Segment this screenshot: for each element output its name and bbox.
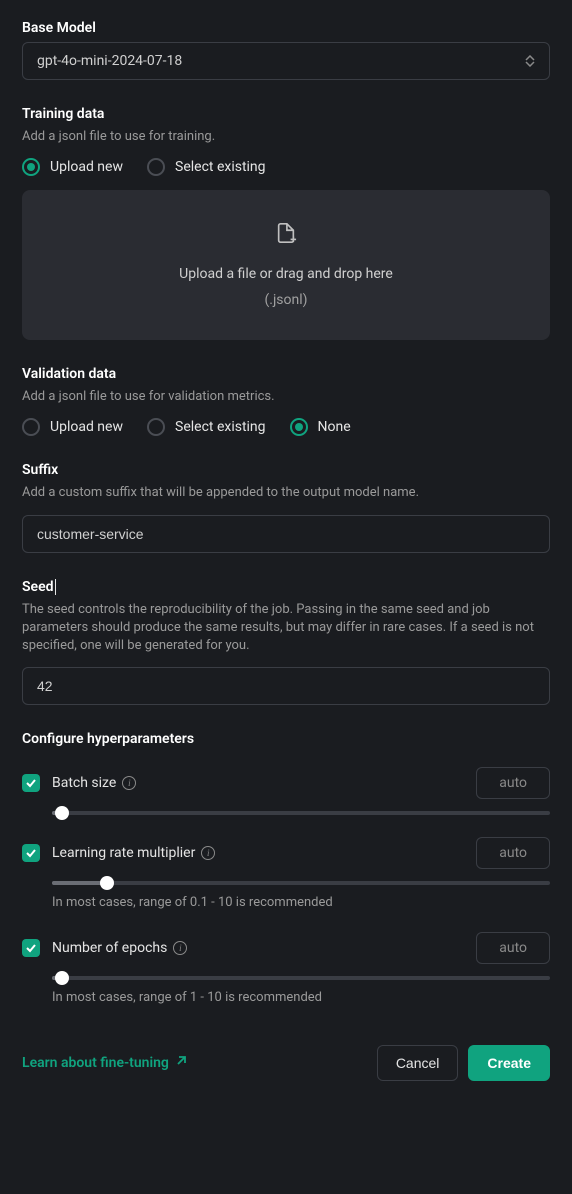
batch-size-checkbox[interactable] [22, 774, 40, 792]
training-radio-select[interactable]: Select existing [147, 158, 266, 176]
base-model-label: Base Model [22, 20, 550, 36]
epochs-label: Number of epochs i [52, 940, 187, 956]
epochs-note: In most cases, range of 1 - 10 is recomm… [52, 990, 550, 1005]
learning-rate-note: In most cases, range of 0.1 - 10 is reco… [52, 895, 550, 910]
training-data-help: Add a jsonl file to use for training. [22, 128, 550, 146]
validation-radio-none-label: None [318, 419, 351, 435]
learning-rate-label: Learning rate multiplier i [52, 845, 215, 861]
epochs-checkbox[interactable] [22, 939, 40, 957]
base-model-select[interactable]: gpt-4o-mini-2024-07-18 [22, 42, 550, 80]
radio-icon [290, 418, 308, 436]
radio-icon [22, 418, 40, 436]
learning-rate-slider[interactable] [52, 881, 550, 885]
validation-radio-upload[interactable]: Upload new [22, 418, 123, 436]
validation-radio-select[interactable]: Select existing [147, 418, 266, 436]
chevron-updown-icon [525, 55, 535, 67]
info-icon[interactable]: i [122, 776, 136, 790]
file-upload-icon [275, 222, 297, 248]
learning-rate-checkbox[interactable] [22, 844, 40, 862]
validation-radio-select-label: Select existing [175, 419, 266, 435]
batch-size-label: Batch size i [52, 775, 136, 791]
learning-rate-value[interactable]: auto [476, 837, 550, 869]
dropzone-sub: (.jsonl) [264, 292, 307, 308]
radio-icon [147, 158, 165, 176]
batch-size-slider[interactable] [52, 811, 550, 815]
suffix-help: Add a custom suffix that will be appende… [22, 484, 550, 502]
validation-data-help: Add a jsonl file to use for validation m… [22, 388, 550, 406]
training-data-label: Training data [22, 106, 550, 122]
seed-input[interactable] [22, 667, 550, 705]
radio-icon [22, 158, 40, 176]
info-icon[interactable]: i [201, 846, 215, 860]
cancel-button[interactable]: Cancel [377, 1045, 459, 1081]
validation-radio-none[interactable]: None [290, 418, 351, 436]
validation-radio-upload-label: Upload new [50, 419, 123, 435]
learn-link[interactable]: Learn about fine-tuning [22, 1055, 187, 1071]
create-button[interactable]: Create [468, 1045, 550, 1081]
batch-size-value[interactable]: auto [476, 767, 550, 799]
training-radio-upload[interactable]: Upload new [22, 158, 123, 176]
epochs-slider[interactable] [52, 976, 550, 980]
epochs-value[interactable]: auto [476, 932, 550, 964]
suffix-label: Suffix [22, 462, 550, 478]
suffix-input[interactable] [22, 515, 550, 553]
radio-icon [147, 418, 165, 436]
training-radio-select-label: Select existing [175, 159, 266, 175]
training-radio-upload-label: Upload new [50, 159, 123, 175]
dropzone-text: Upload a file or drag and drop here [179, 266, 393, 282]
training-dropzone[interactable]: Upload a file or drag and drop here (.js… [22, 190, 550, 340]
validation-data-label: Validation data [22, 366, 550, 382]
seed-label: Seed [22, 579, 550, 595]
hyperparams-label: Configure hyperparameters [22, 731, 550, 747]
external-link-icon [175, 1055, 187, 1071]
base-model-value: gpt-4o-mini-2024-07-18 [37, 53, 182, 69]
info-icon[interactable]: i [173, 941, 187, 955]
seed-help: The seed controls the reproducibility of… [22, 601, 550, 656]
